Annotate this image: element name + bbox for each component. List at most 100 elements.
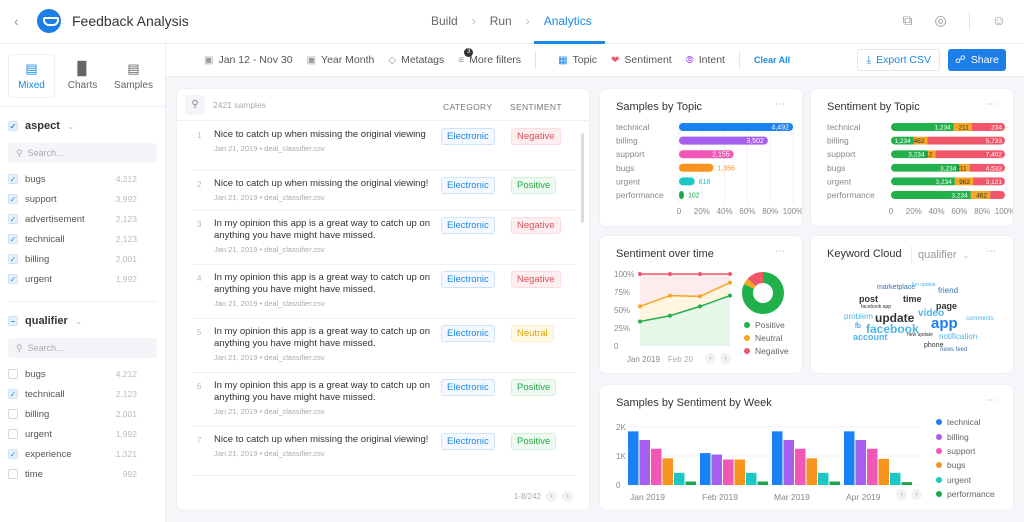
sample-row[interactable]: 1 Nice to catch up when missing the orig… xyxy=(193,122,575,171)
prev-button[interactable]: ‹ xyxy=(896,489,907,500)
chevron-down-icon[interactable]: ⌄ xyxy=(67,121,75,132)
checkbox-checked-icon[interactable]: ✓ xyxy=(8,234,18,244)
scrollbar[interactable] xyxy=(581,133,584,223)
chevron-down-icon[interactable]: ⌄ xyxy=(75,316,83,327)
keyword-fb[interactable]: fb xyxy=(855,323,861,330)
facet-header[interactable]: – qualifier ⌄ xyxy=(8,312,157,330)
keyword-comments[interactable]: comments xyxy=(966,316,994,322)
sample-row[interactable]: 3 In my opinion this app is a great way … xyxy=(193,211,575,265)
facet-item-urgent[interactable]: urgent 1,992 xyxy=(8,424,157,444)
copy-icon[interactable]: ⧉ xyxy=(902,12,912,30)
facet-item-support[interactable]: ✓ support 3,992 xyxy=(8,189,157,209)
keyword-app[interactable]: app xyxy=(931,316,958,331)
more-options-icon[interactable]: ⋯ xyxy=(986,395,997,406)
tab-charts[interactable]: ▉ Charts xyxy=(59,54,106,98)
facet-item-billing[interactable]: ✓ billing 2,001 xyxy=(8,249,157,269)
checkbox-unchecked-icon[interactable] xyxy=(8,409,18,419)
sentiment-toggle[interactable]: ❤ Sentiment xyxy=(611,54,672,66)
more-filters-button[interactable]: ≡ 3 More filters xyxy=(458,47,521,66)
facet-item-bugs[interactable]: bugs 4,212 xyxy=(8,364,157,384)
sentiment-badge[interactable]: Positive xyxy=(511,433,557,450)
export-csv-button[interactable]: ⤓ Export CSV xyxy=(857,49,940,71)
facet-item-time[interactable]: time 992 xyxy=(8,464,157,484)
keyword-fun-update[interactable]: fun update xyxy=(912,283,936,288)
keyword-new-update[interactable]: new update xyxy=(907,333,933,338)
keyword-account[interactable]: account xyxy=(853,333,888,342)
share-button[interactable]: ☍ Share xyxy=(948,49,1006,71)
segment-value-label: 3,234 xyxy=(940,165,957,172)
checkbox-unchecked-icon[interactable] xyxy=(8,369,18,379)
facet-item-urgent[interactable]: ✓ urgent 1,992 xyxy=(8,269,157,289)
category-badge[interactable]: Electronic xyxy=(441,271,495,288)
facet-item-billing[interactable]: billing 2,001 xyxy=(8,404,157,424)
sentiment-badge[interactable]: Negative xyxy=(511,271,561,288)
sample-row[interactable]: 7 Nice to catch up when missing the orig… xyxy=(193,427,575,476)
category-badge[interactable]: Electronic xyxy=(441,433,495,450)
date-range-filter[interactable]: ▣ Jan 12 - Nov 30 xyxy=(204,54,293,66)
checkbox-checked-icon[interactable]: ✓ xyxy=(8,389,18,399)
breadcrumb-analytics[interactable]: Analytics xyxy=(544,14,592,28)
next-page-button[interactable]: › xyxy=(562,491,573,502)
category-badge[interactable]: Electronic xyxy=(441,217,495,234)
checkbox-checked-icon[interactable]: ✓ xyxy=(8,214,18,224)
checkbox-checked-icon[interactable]: ✓ xyxy=(8,194,18,204)
facet-search-input[interactable]: ⚲ Search... xyxy=(8,143,157,163)
breadcrumb-build[interactable]: Build xyxy=(431,14,458,28)
keyword-problem[interactable]: problem xyxy=(844,313,873,321)
breadcrumb-run[interactable]: Run xyxy=(490,14,512,28)
keyword-friend[interactable]: friend xyxy=(938,287,958,295)
next-button[interactable]: › xyxy=(720,353,731,364)
sample-row[interactable]: 4 In my opinion this app is a great way … xyxy=(193,265,575,319)
facet-item-experience[interactable]: ✓ experience 1,321 xyxy=(8,444,157,464)
settings-icon[interactable]: ◎ xyxy=(934,12,946,30)
checkbox-checked-icon[interactable]: ✓ xyxy=(8,274,18,284)
checkbox-unchecked-icon[interactable] xyxy=(8,429,18,439)
granularity-filter[interactable]: ▣ Year Month xyxy=(307,54,375,66)
keyword-news-feed[interactable]: news feed xyxy=(940,347,967,353)
checkbox-checked-icon[interactable]: ✓ xyxy=(8,254,18,264)
search-icon[interactable]: ⚲ xyxy=(185,94,205,115)
topic-toggle[interactable]: ▦ Topic xyxy=(558,54,597,66)
back-chevron-icon[interactable]: ‹ xyxy=(14,13,19,29)
checkbox-partial-icon[interactable]: – xyxy=(8,316,18,326)
user-icon[interactable]: ☺ xyxy=(992,12,1006,30)
checkbox-checked-icon[interactable]: ✓ xyxy=(8,121,18,131)
category-badge[interactable]: Electronic xyxy=(441,325,495,342)
sample-row[interactable]: 2 Nice to catch up when missing the orig… xyxy=(193,171,575,211)
sentiment-badge[interactable]: Negative xyxy=(511,217,561,234)
tab-mixed[interactable]: ▤ Mixed xyxy=(8,54,55,98)
keyword-post[interactable]: post xyxy=(859,295,878,304)
sentiment-badge[interactable]: Neutral xyxy=(511,325,554,342)
sentiment-badge[interactable]: Negative xyxy=(511,128,561,145)
prev-page-button[interactable]: ‹ xyxy=(546,491,557,502)
prev-button[interactable]: ‹ xyxy=(705,353,716,364)
metatags-filter[interactable]: ◇ Metatags xyxy=(388,54,444,66)
facet-item-technicall[interactable]: ✓ technicall 2,123 xyxy=(8,384,157,404)
checkbox-unchecked-icon[interactable] xyxy=(8,469,18,479)
checkbox-checked-icon[interactable]: ✓ xyxy=(8,174,18,184)
tab-samples[interactable]: ▤ Samples xyxy=(110,54,157,98)
checkbox-checked-icon[interactable]: ✓ xyxy=(8,449,18,459)
sentiment-badge[interactable]: Positive xyxy=(511,177,557,194)
bar-bugs xyxy=(878,458,889,485)
intent-toggle[interactable]: ⦾ Intent xyxy=(686,54,725,66)
sample-row[interactable]: 6 In my opinion this app is a great way … xyxy=(193,373,575,427)
facet-item-bugs[interactable]: ✓ bugs 4,212 xyxy=(8,169,157,189)
keyword-time[interactable]: time xyxy=(903,295,922,304)
column-header-category[interactable]: CATEGORY xyxy=(443,102,492,112)
sentiment-badge[interactable]: Positive xyxy=(511,379,557,396)
category-badge[interactable]: Electronic xyxy=(441,177,495,194)
keyword-facebook-app[interactable]: facebook app xyxy=(861,305,891,310)
facet-item-technicall[interactable]: ✓ technicall 2,123 xyxy=(8,229,157,249)
facet-header[interactable]: ✓ aspect ⌄ xyxy=(8,117,157,135)
facet-item-advertisement[interactable]: ✓ advertisement 2,123 xyxy=(8,209,157,229)
keyword-notification[interactable]: notification xyxy=(939,333,977,341)
column-header-sentiment[interactable]: SENTIMENT xyxy=(510,102,562,112)
facet-search-input[interactable]: ⚲ Search... xyxy=(8,338,157,358)
category-badge[interactable]: Electronic xyxy=(441,379,495,396)
clear-all-link[interactable]: Clear All xyxy=(754,55,790,65)
category-badge[interactable]: Electronic xyxy=(441,128,495,145)
next-button[interactable]: › xyxy=(911,489,922,500)
keyword-marketplace[interactable]: marketplace xyxy=(877,284,915,291)
sample-row[interactable]: 5 In my opinion this app is a great way … xyxy=(193,319,575,373)
